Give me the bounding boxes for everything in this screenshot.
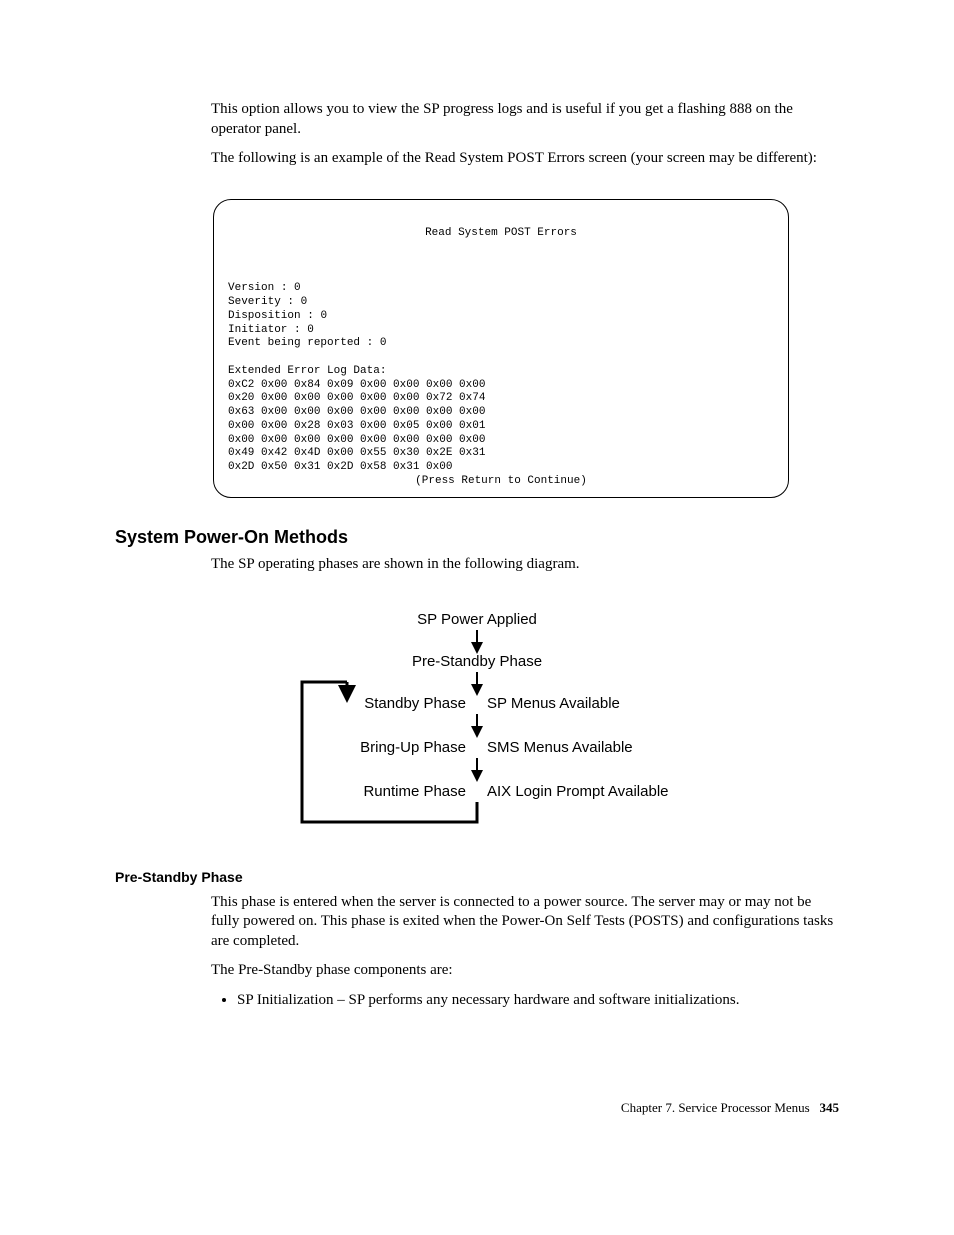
terminal-title: Read System POST Errors bbox=[228, 227, 774, 241]
phase-diagram: SP Power Applied Pre-Standby Phase Stand… bbox=[115, 604, 839, 834]
phase-bringup-right: SMS Menus Available bbox=[487, 739, 633, 756]
list-item: SP Initialization – SP performs any nece… bbox=[237, 991, 839, 1011]
intro-paragraph-2: The following is an example of the Read … bbox=[211, 149, 839, 169]
terminal-label-event: Event being reported bbox=[228, 337, 360, 349]
pre-standby-paragraph-1: This phase is entered when the server is… bbox=[211, 893, 839, 952]
subsection-pre-standby: Pre-Standby Phase bbox=[115, 868, 839, 886]
section-title-system-power-on: System Power-On Methods bbox=[115, 526, 839, 549]
terminal-label-disposition: Disposition bbox=[228, 310, 301, 322]
terminal-log-row: 0x20 0x00 0x00 0x00 0x00 0x00 0x72 0x74 bbox=[228, 392, 485, 404]
phase-sp-power-applied: SP Power Applied bbox=[417, 611, 537, 628]
page-footer: Chapter 7. Service Processor Menus 345 bbox=[115, 1100, 839, 1117]
phase-pre-standby: Pre-Standby Phase bbox=[412, 653, 542, 670]
terminal-val-version: 0 bbox=[294, 282, 301, 294]
terminal-log-heading: Extended Error Log Data: bbox=[228, 365, 386, 377]
terminal-label-severity: Severity bbox=[228, 296, 281, 308]
terminal-continue-prompt: (Press Return to Continue) bbox=[228, 475, 774, 489]
terminal-val-event: 0 bbox=[380, 337, 387, 349]
terminal-val-initiator: 0 bbox=[307, 324, 314, 336]
phases-lead-paragraph: The SP operating phases are shown in the… bbox=[211, 555, 839, 575]
pre-standby-paragraph-2: The Pre-Standby phase components are: bbox=[211, 961, 839, 981]
phase-standby-right: SP Menus Available bbox=[487, 695, 620, 712]
footer-chapter: Chapter 7. bbox=[621, 1100, 675, 1115]
footer-page-number: 345 bbox=[820, 1100, 840, 1115]
terminal-label-initiator: Initiator bbox=[228, 324, 287, 336]
terminal-log-row: 0x00 0x00 0x00 0x00 0x00 0x00 0x00 0x00 bbox=[228, 434, 485, 446]
phase-runtime-right: AIX Login Prompt Available bbox=[487, 783, 669, 800]
phase-standby-left: Standby Phase bbox=[364, 695, 466, 712]
terminal-log-row: 0x2D 0x50 0x31 0x2D 0x58 0x31 0x00 bbox=[228, 461, 452, 473]
phase-bringup-left: Bring-Up Phase bbox=[360, 739, 466, 756]
terminal-log-row: 0xC2 0x00 0x84 0x09 0x00 0x00 0x00 0x00 bbox=[228, 379, 485, 391]
terminal-val-severity: 0 bbox=[301, 296, 308, 308]
terminal-log-row: 0x00 0x00 0x28 0x03 0x00 0x05 0x00 0x01 bbox=[228, 420, 485, 432]
terminal-log-row: 0x49 0x42 0x4D 0x00 0x55 0x30 0x2E 0x31 bbox=[228, 447, 485, 459]
terminal-val-disposition: 0 bbox=[320, 310, 327, 322]
footer-title: Service Processor Menus bbox=[678, 1100, 809, 1115]
terminal-label-version: Version bbox=[228, 282, 274, 294]
phase-runtime-left: Runtime Phase bbox=[363, 783, 466, 800]
terminal-window: Read System POST Errors Version : 0 Seve… bbox=[213, 199, 789, 498]
terminal-log-row: 0x63 0x00 0x00 0x00 0x00 0x00 0x00 0x00 bbox=[228, 406, 485, 418]
intro-paragraph-1: This option allows you to view the SP pr… bbox=[211, 100, 839, 139]
